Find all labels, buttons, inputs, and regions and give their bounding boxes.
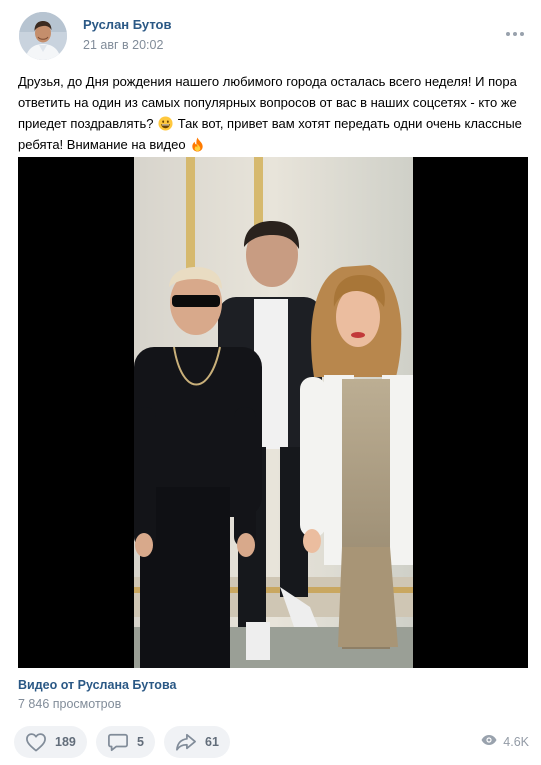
video-views-count: 7 846 просмотров — [18, 697, 122, 711]
like-button[interactable]: 189 — [14, 726, 87, 758]
post-text: Друзья, до Дня рождения нашего любимого … — [18, 71, 523, 155]
post-views-count: 4.6K — [503, 734, 529, 749]
video-frame-image — [134, 157, 413, 668]
comment-count: 5 — [137, 735, 144, 749]
fire-icon — [190, 137, 205, 152]
video-title-link[interactable]: Видео от Руслана Бутова — [18, 678, 176, 692]
more-dot-icon — [513, 32, 517, 36]
share-arrow-icon — [175, 732, 197, 752]
share-count: 61 — [205, 735, 219, 749]
comment-button[interactable]: 5 — [96, 726, 155, 758]
author-name[interactable]: Руслан Бутов — [83, 17, 171, 32]
heart-icon — [25, 732, 47, 752]
more-dot-icon — [506, 32, 510, 36]
more-dot-icon — [520, 32, 524, 36]
post-views-counter: 4.6K — [481, 734, 529, 749]
post-card: Руслан Бутов 21 авг в 20:02 Друзья, до Д… — [0, 0, 541, 765]
eye-icon — [481, 734, 497, 749]
grinning-face-icon — [158, 116, 173, 131]
video-player[interactable] — [18, 157, 528, 668]
more-options-button[interactable] — [500, 24, 530, 44]
post-date[interactable]: 21 авг в 20:02 — [83, 38, 163, 52]
share-button[interactable]: 61 — [164, 726, 230, 758]
comment-icon — [107, 732, 129, 752]
like-count: 189 — [55, 735, 76, 749]
author-avatar[interactable] — [19, 12, 67, 60]
